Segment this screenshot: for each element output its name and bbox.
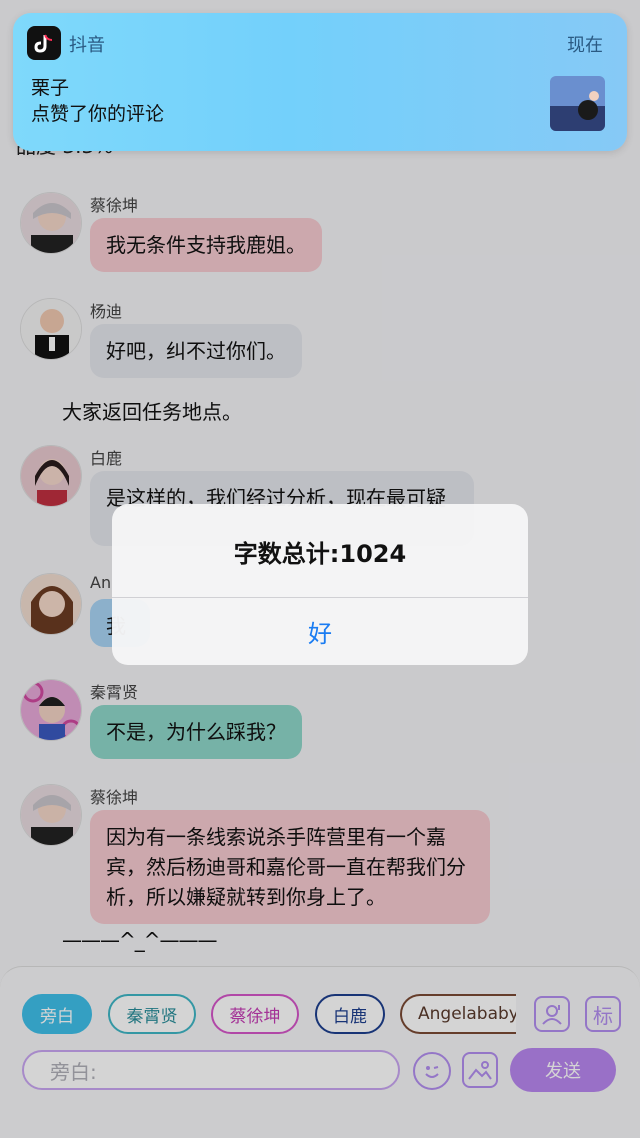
push-notification[interactable]: 抖音 现在 栗子 点赞了你的评论 <box>13 13 627 151</box>
app-logo-icon <box>27 26 61 60</box>
notification-time: 现在 <box>567 35 603 56</box>
notification-body: 点赞了你的评论 <box>31 103 165 125</box>
alert-ok-button[interactable]: 好 <box>112 598 528 665</box>
notification-thumbnail <box>550 76 605 131</box>
notification-title: 栗子 <box>31 77 70 99</box>
notification-app-name: 抖音 <box>69 35 105 56</box>
word-count-alert: 字数总计:1024 好 <box>112 504 528 665</box>
alert-title: 字数总计:1024 <box>233 540 407 568</box>
